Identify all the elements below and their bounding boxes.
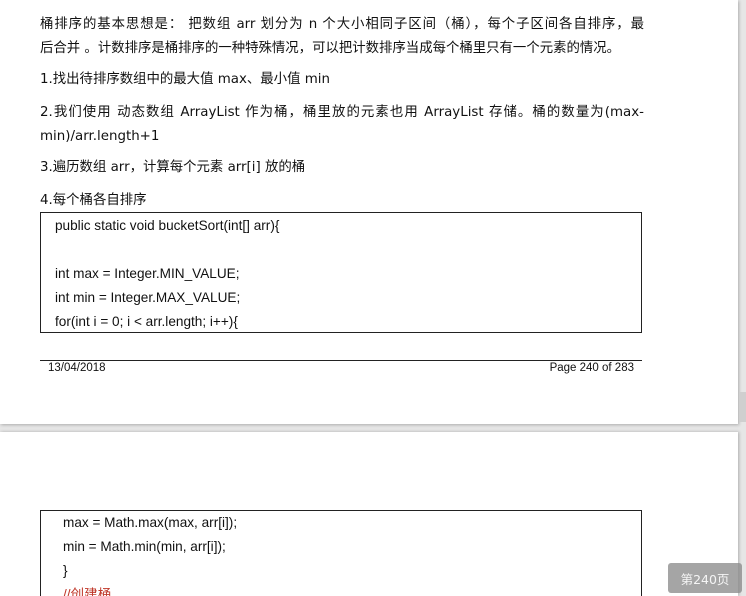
document-page: 桶排序的基本思想是： 把数组 arr 划分为 n 个大小相同子区间（桶），每个子… — [0, 0, 738, 424]
code-comment-line: //创建桶 — [63, 587, 112, 596]
text-line: 1.找出待排序数组中的最大值 max、最小值 min — [40, 72, 330, 87]
code-line: public static void bucketSort(int[] arr)… — [55, 218, 280, 233]
code-line: min = Math.min(min, arr[i]); — [63, 539, 226, 554]
code-line: for(int i = 0; i < arr.length; i++){ — [55, 314, 238, 329]
footer-date: 13/04/2018 — [48, 362, 106, 374]
code-block: public static void bucketSort(int[] arr)… — [40, 212, 642, 333]
code-line: int min = Integer.MAX_VALUE; — [55, 290, 241, 305]
step-1-paragraph: 1.找出待排序数组中的最大值 max、最小值 min — [40, 68, 644, 92]
scrollbar-thumb[interactable] — [739, 392, 746, 422]
text-line: 3.遍历数组 arr，计算每个元素 arr[i] 放的桶 — [40, 160, 306, 175]
page-number-badge[interactable]: 第240页 — [668, 563, 742, 593]
step-2-paragraph: 2.我们使用 动态数组 ArrayList 作为桶，桶里放的元素也用 Array… — [40, 101, 644, 149]
text-line: 2.我们使用 动态数组 ArrayList 作为桶，桶里放的元素也用 Array… — [40, 105, 644, 120]
footer-page-number: Page 240 of 283 — [549, 362, 634, 374]
code-block: max = Math.max(max, arr[i]); min = Math.… — [40, 510, 642, 596]
text-line: 4.每个桶各自排序 — [40, 193, 147, 208]
intro-paragraph: 桶排序的基本思想是： 把数组 arr 划分为 n 个大小相同子区间（桶），每个子… — [40, 13, 644, 61]
step-4-paragraph: 4.每个桶各自排序 — [40, 189, 644, 213]
text-line: 桶排序的基本思想是： 把数组 arr 划分为 n 个大小相同子区间（桶），每个子… — [40, 17, 644, 32]
code-line: } — [63, 563, 68, 578]
text-line: min)/arr.length+1 — [40, 129, 160, 144]
code-line: max = Math.max(max, arr[i]); — [63, 515, 238, 530]
code-line: int max = Integer.MIN_VALUE; — [55, 266, 240, 281]
text-line: 后合并 。计数排序是桶排序的一种特殊情况，可以把计数排序当成每个桶里只有一个元素… — [40, 41, 621, 56]
step-3-paragraph: 3.遍历数组 arr，计算每个元素 arr[i] 放的桶 — [40, 156, 644, 180]
